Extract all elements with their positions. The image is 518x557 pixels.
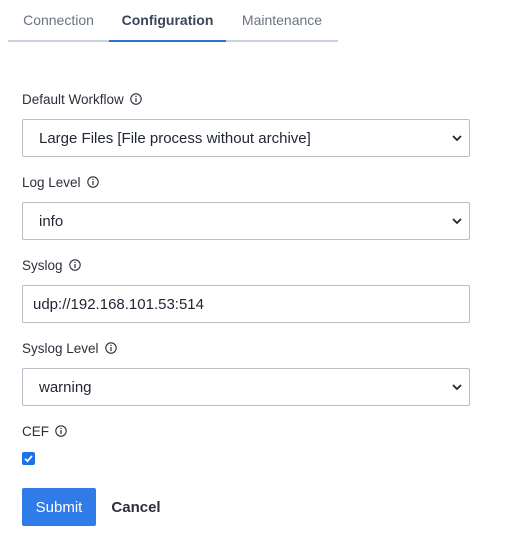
default-workflow-value: Large Files [File process without archiv… [39, 129, 311, 147]
submit-button[interactable]: Submit [22, 488, 96, 526]
chevron-down-icon [452, 384, 462, 391]
syslog-level-select[interactable]: warning [22, 368, 470, 406]
info-icon[interactable] [68, 259, 81, 271]
log-level-value: info [39, 212, 64, 230]
tab-maintenance[interactable]: Maintenance [226, 0, 338, 42]
syslog-level-value: warning [39, 378, 92, 396]
cancel-button[interactable]: Cancel [104, 488, 168, 526]
checkmark-icon [24, 455, 33, 463]
syslog-label-text: Syslog [22, 257, 63, 273]
tab-configuration[interactable]: Configuration [109, 0, 226, 42]
info-icon[interactable] [55, 425, 67, 437]
tab-connection[interactable]: Connection [8, 0, 109, 42]
syslog-input[interactable]: udp://192.168.101.53:514 [22, 285, 470, 323]
syslog-level-label: Syslog Level [22, 339, 117, 357]
syslog-value: udp://192.168.101.53:514 [33, 295, 204, 313]
chevron-down-icon [452, 135, 462, 142]
log-level-label: Log Level [22, 173, 99, 191]
info-icon[interactable] [86, 176, 99, 188]
cef-checkbox[interactable] [22, 452, 35, 465]
default-workflow-label-text: Default Workflow [22, 91, 124, 107]
log-level-label-text: Log Level [22, 174, 81, 190]
cef-label-text: CEF [22, 423, 49, 439]
configuration-page: Connection Configuration Maintenance Def… [0, 0, 518, 557]
default-workflow-select[interactable]: Large Files [File process without archiv… [22, 119, 470, 157]
info-icon[interactable] [104, 342, 117, 354]
tab-bar: Connection Configuration Maintenance [8, 0, 338, 42]
chevron-down-icon [452, 218, 462, 225]
info-icon[interactable] [130, 93, 142, 105]
syslog-label: Syslog [22, 256, 81, 274]
default-workflow-label: Default Workflow [22, 90, 142, 108]
log-level-select[interactable]: info [22, 202, 470, 240]
cef-label: CEF [22, 422, 67, 440]
syslog-level-label-text: Syslog Level [22, 340, 99, 356]
